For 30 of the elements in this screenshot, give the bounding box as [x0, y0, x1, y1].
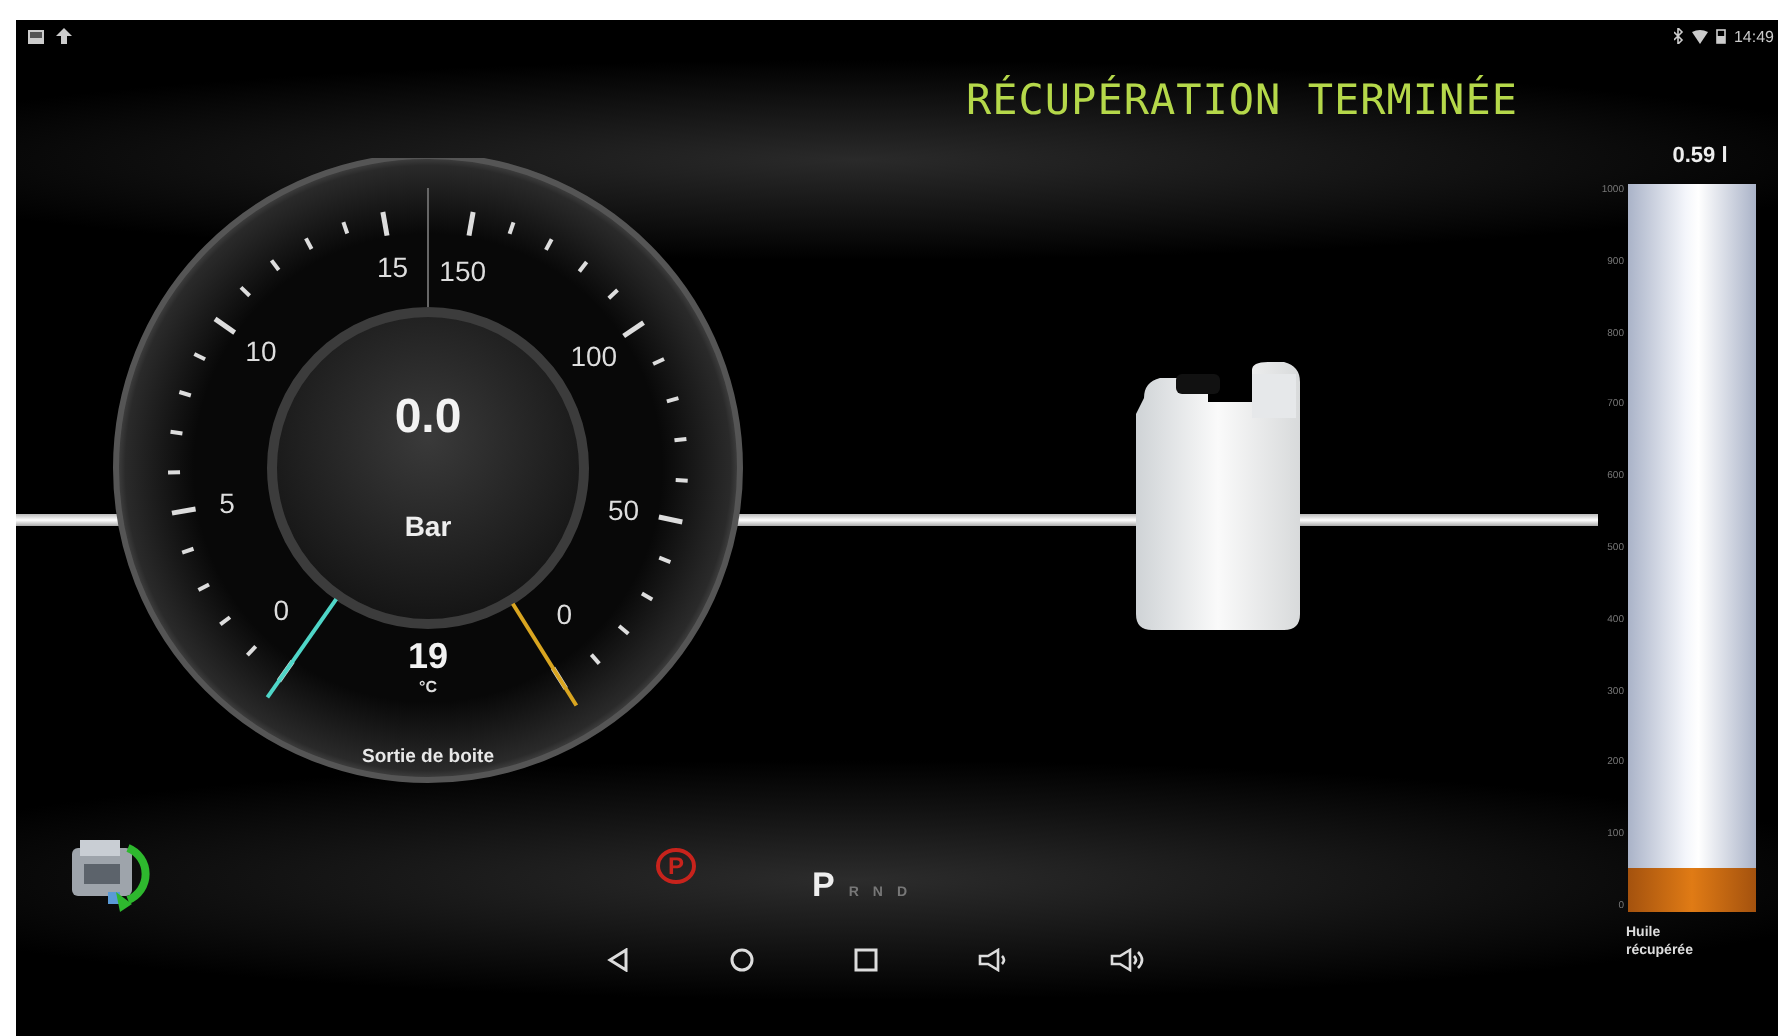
- needle: [265, 597, 338, 699]
- upload-icon: [56, 28, 72, 44]
- battery-icon: [1715, 28, 1726, 44]
- status-title: RÉCUPÉRATION TERMINÉE: [965, 76, 1518, 124]
- scale-label: 5: [219, 487, 235, 520]
- needle: [511, 602, 579, 707]
- gauge-caption: Sortie de boite: [362, 746, 494, 768]
- recents-icon[interactable]: [854, 948, 878, 972]
- scale-label: 150: [439, 255, 487, 288]
- home-icon[interactable]: [730, 948, 754, 972]
- scale-label: 50: [608, 493, 640, 526]
- scale-label: 15: [377, 251, 409, 284]
- clock: 14:49: [1733, 27, 1774, 45]
- image-icon: [28, 29, 44, 43]
- back-icon[interactable]: [606, 948, 630, 972]
- scale-label: 0: [556, 598, 573, 631]
- scale-label: 0: [273, 593, 290, 626]
- parking-brake-indicator: P: [656, 848, 696, 884]
- volume-down-icon[interactable]: [978, 948, 1010, 972]
- volume-up-icon[interactable]: [1110, 948, 1146, 972]
- pressure-value: 0.0: [394, 390, 462, 444]
- gear-indicator: P: [812, 866, 835, 906]
- temperature-unit: °C: [419, 678, 437, 696]
- volume-reading: 0.59 l: [1670, 144, 1728, 172]
- bluetooth-icon: [1673, 28, 1684, 44]
- pressure-unit: Bar: [404, 510, 452, 542]
- scale-label: 10: [245, 335, 277, 367]
- wifi-icon: [1691, 29, 1708, 43]
- temperature-value: 19: [407, 636, 449, 676]
- scale-label: 100: [570, 340, 618, 373]
